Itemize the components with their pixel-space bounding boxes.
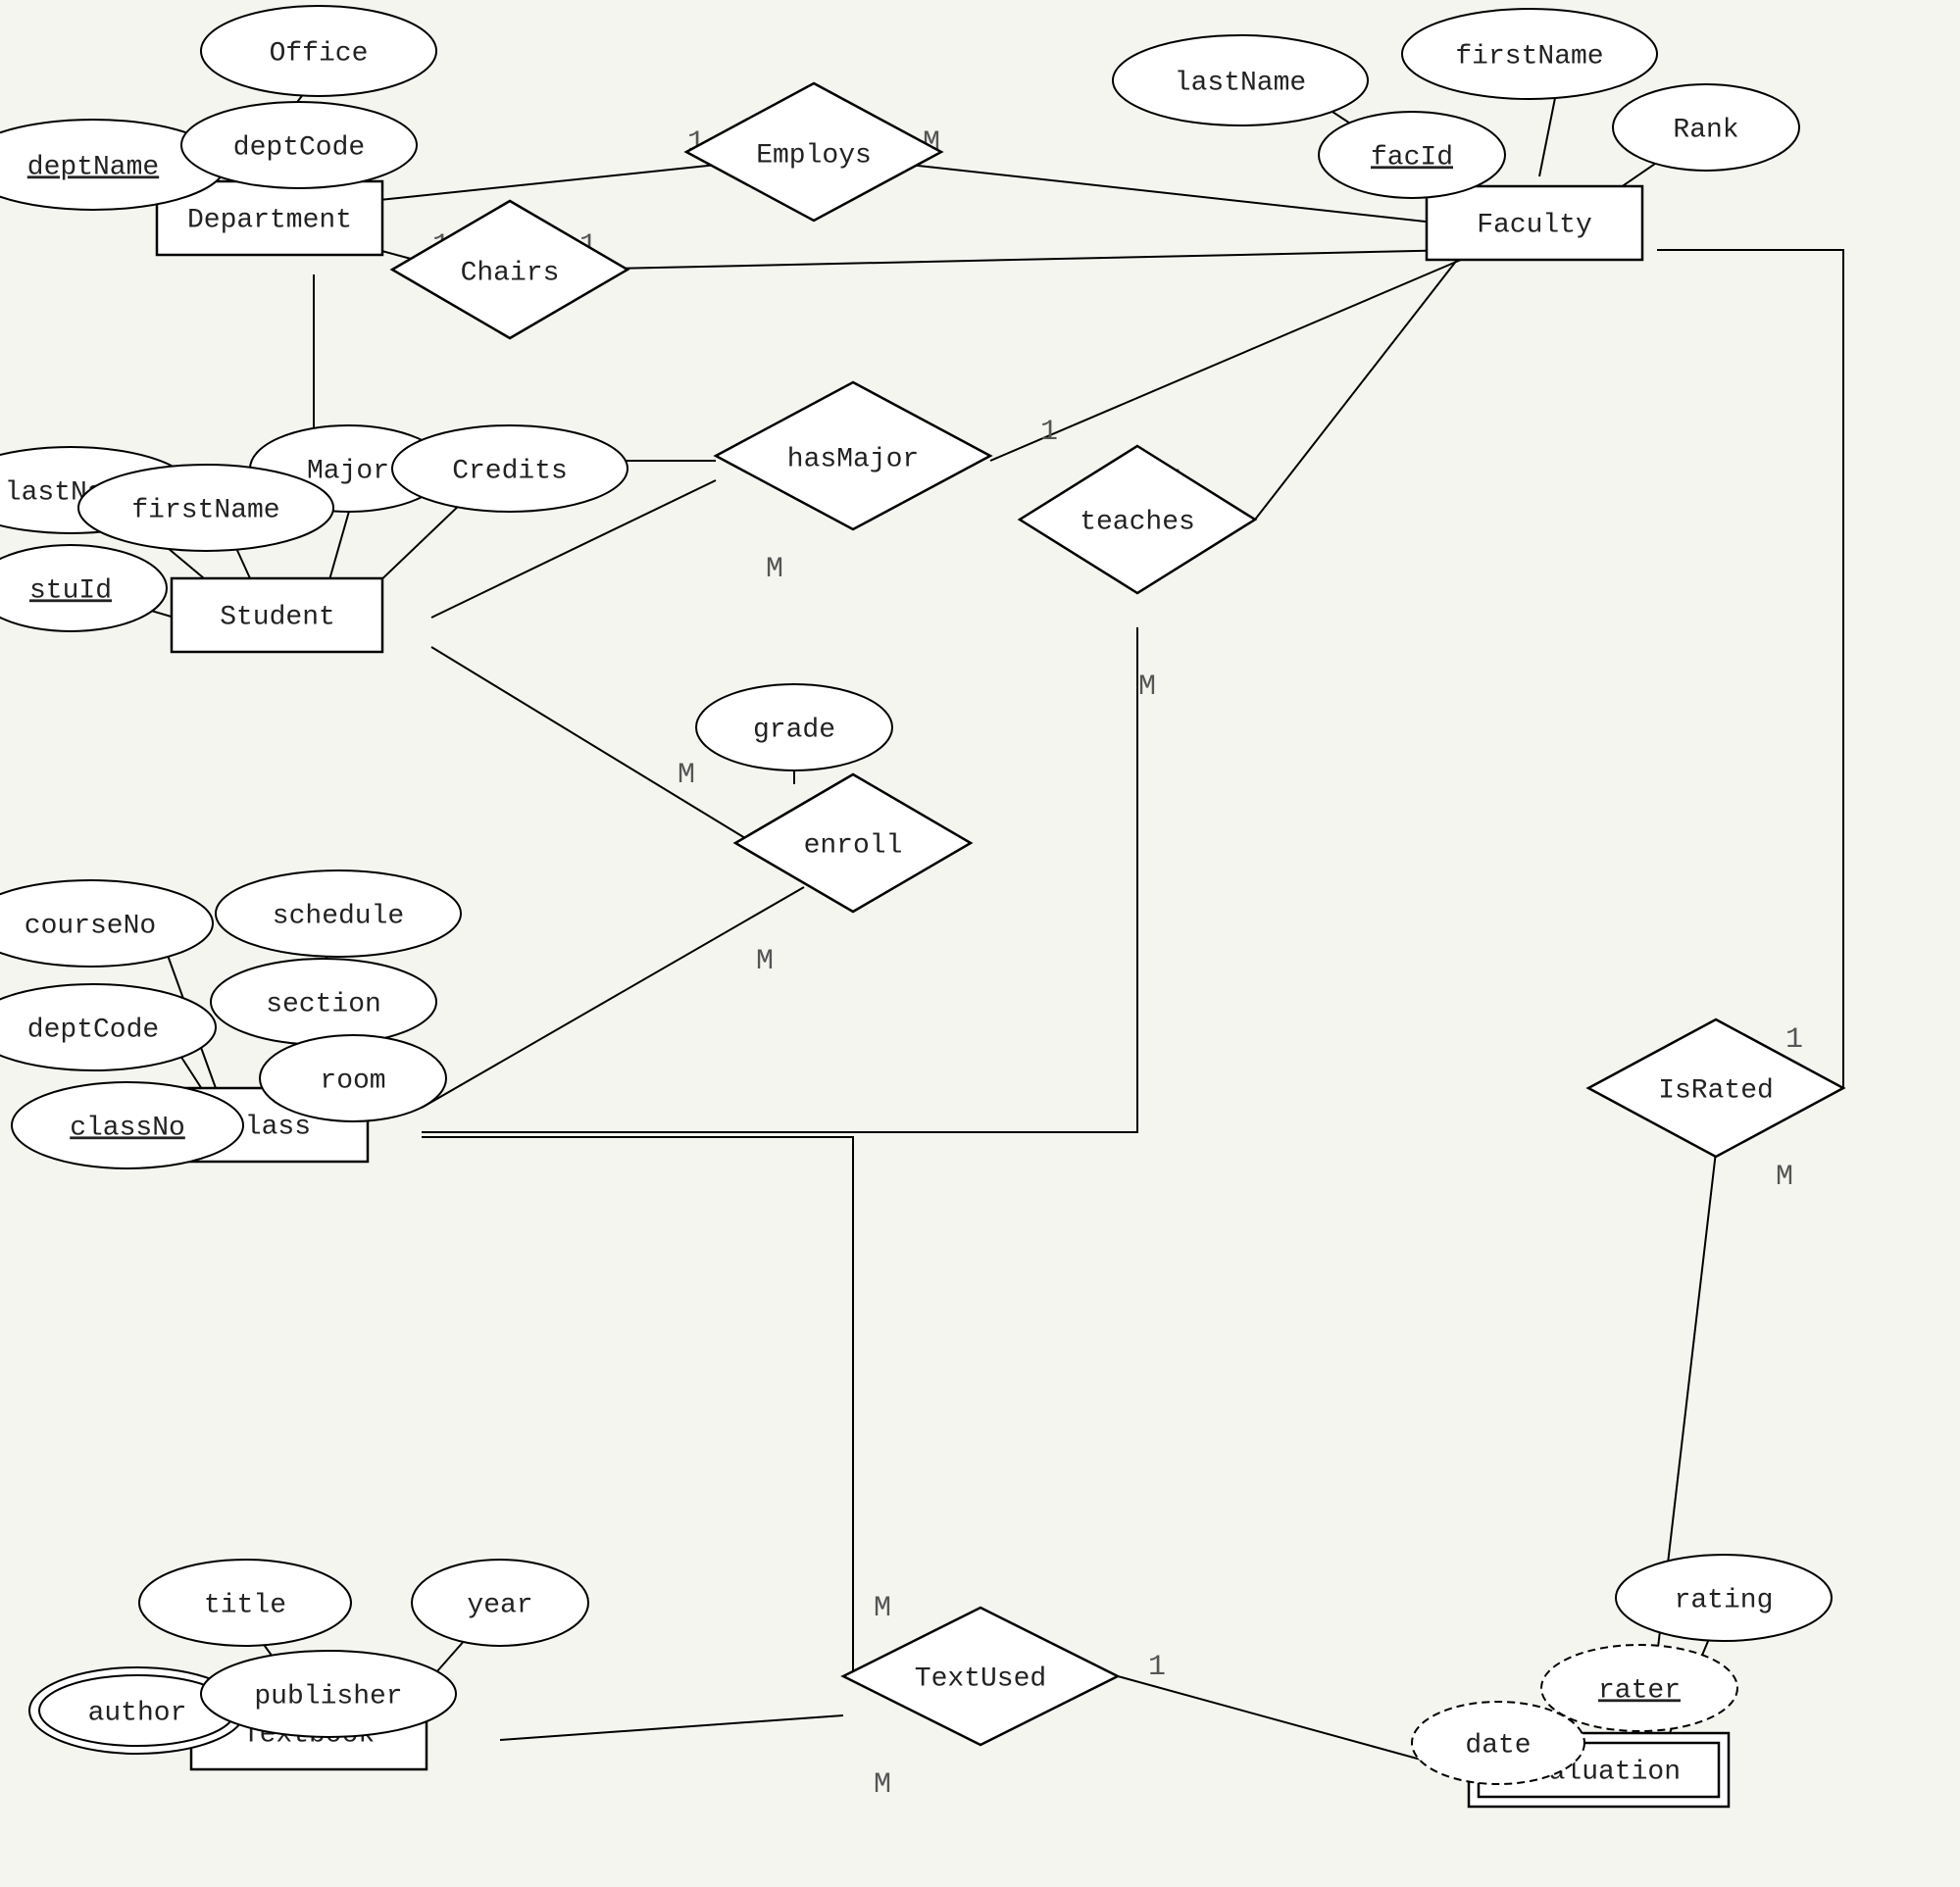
svg-text:M: M xyxy=(756,945,774,978)
enroll-label: enroll xyxy=(804,830,903,861)
textused-label: TextUsed xyxy=(915,1664,1046,1694)
faculty-label: Faculty xyxy=(1477,210,1592,240)
date-label: date xyxy=(1465,1730,1531,1761)
firstname-stu-label: firstName xyxy=(131,495,279,525)
major-label: Major xyxy=(307,456,389,486)
courseno-label: courseNo xyxy=(25,911,156,941)
svg-text:1: 1 xyxy=(1148,1651,1166,1684)
classno-label: classNo xyxy=(70,1113,185,1143)
svg-text:M: M xyxy=(1138,670,1156,704)
rater-label: rater xyxy=(1598,1675,1681,1706)
lastname-fac-label: lastName xyxy=(1175,68,1306,98)
publisher-label: publisher xyxy=(254,1681,402,1712)
deptcode-class-label: deptCode xyxy=(27,1015,159,1045)
office-label: Office xyxy=(270,38,369,69)
facid-label: facId xyxy=(1371,142,1453,173)
schedule-label: schedule xyxy=(273,901,404,931)
teaches-label: teaches xyxy=(1080,507,1195,537)
rating-label: rating xyxy=(1675,1585,1774,1615)
employs-label: Employs xyxy=(756,140,872,171)
grade-label: grade xyxy=(753,715,835,745)
svg-text:1: 1 xyxy=(1785,1023,1803,1057)
israted-label: IsRated xyxy=(1658,1075,1774,1106)
room-label: room xyxy=(320,1066,385,1096)
title-label: title xyxy=(204,1590,286,1620)
student-label: Student xyxy=(220,602,335,632)
stuid-label: stuId xyxy=(29,575,112,606)
section-label: section xyxy=(266,989,381,1019)
svg-text:M: M xyxy=(1776,1161,1793,1194)
svg-text:M: M xyxy=(874,1592,891,1625)
svg-text:M: M xyxy=(874,1768,891,1802)
svg-text:1: 1 xyxy=(1040,416,1058,449)
deptcode-label: deptCode xyxy=(233,132,365,163)
department-label: Department xyxy=(187,205,352,235)
svg-text:M: M xyxy=(678,759,695,792)
firstname-fac-label: firstName xyxy=(1455,41,1603,72)
deptname-label: deptName xyxy=(27,152,159,182)
hasmajor-label: hasMajor xyxy=(787,444,919,474)
svg-text:M: M xyxy=(766,553,783,586)
chairs-label: Chairs xyxy=(461,258,560,288)
author-label: author xyxy=(88,1698,187,1728)
year-label: year xyxy=(467,1590,532,1620)
credits-label: Credits xyxy=(452,456,568,486)
rank-label: Rank xyxy=(1673,115,1738,145)
